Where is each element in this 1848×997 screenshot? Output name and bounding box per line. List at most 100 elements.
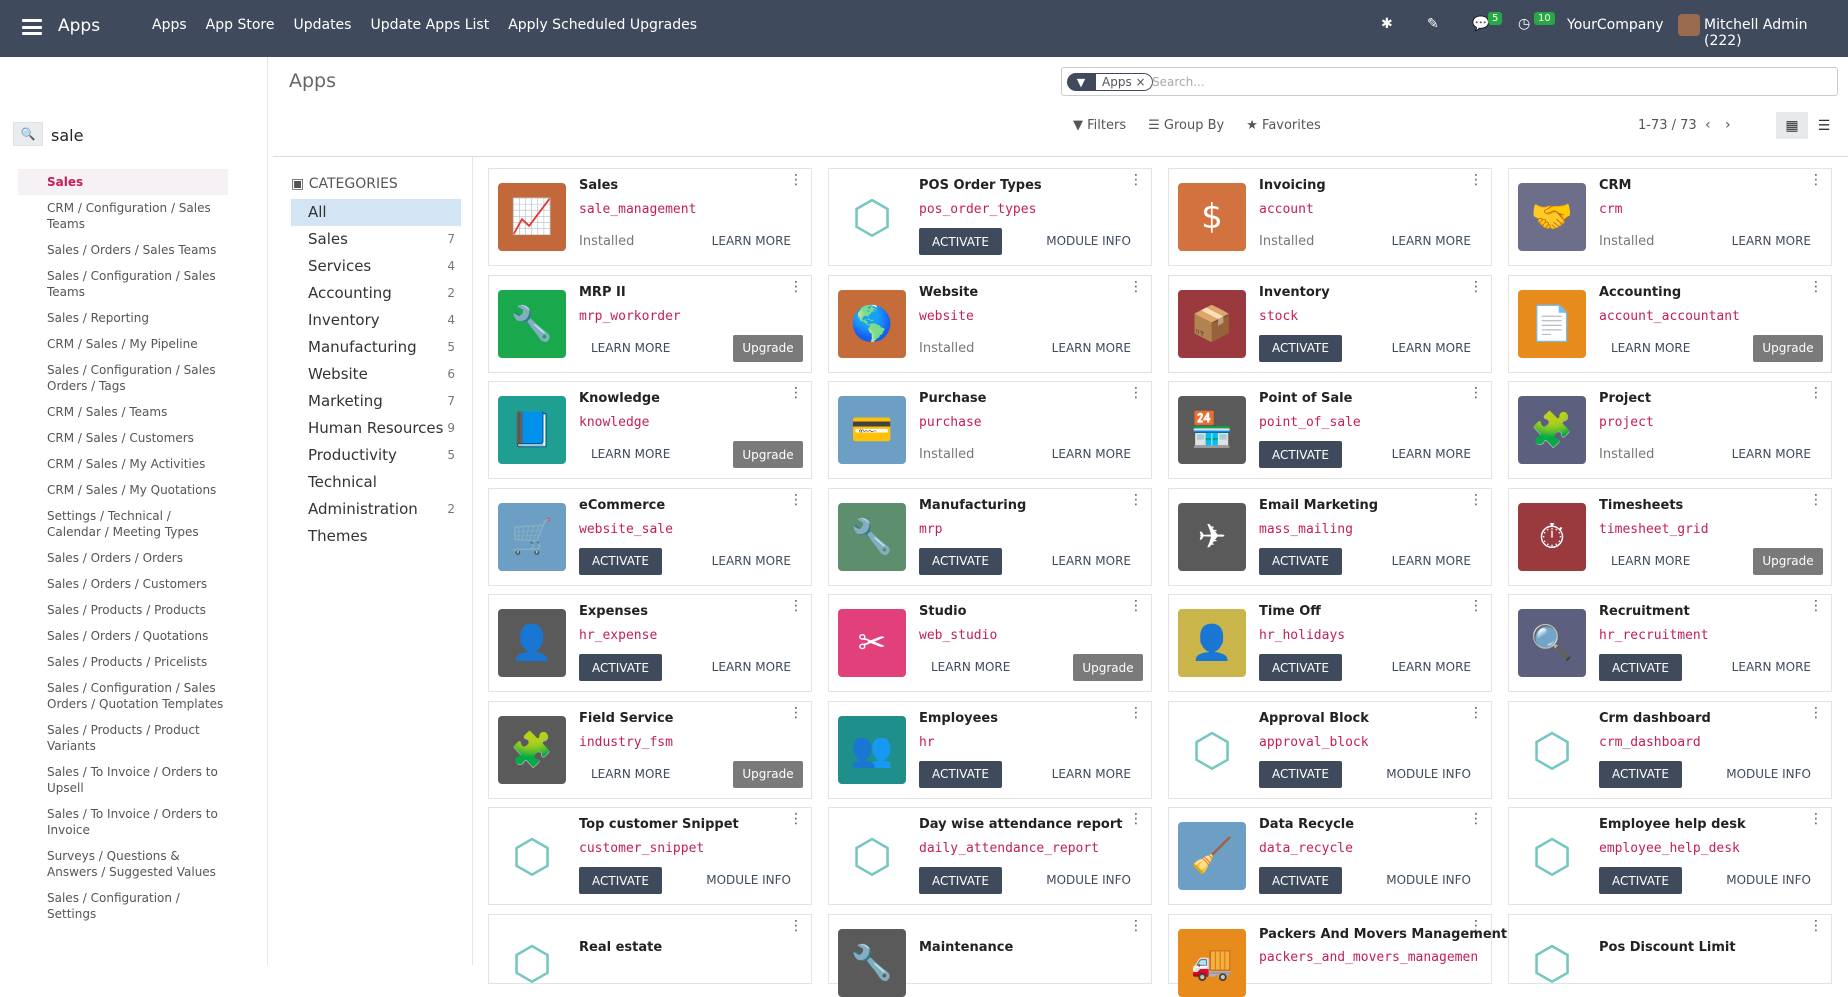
menu-result-item[interactable]: Settings / Technical / Calendar / Meetin… — [18, 503, 228, 545]
category-item[interactable]: Productivity 5 — [291, 442, 461, 469]
kebab-menu-icon[interactable]: ⋮ — [1129, 706, 1143, 720]
app-card[interactable]: ✈ Email Marketing ⋮ mass_mailing ACTIVATE LEA… — [1168, 487, 1492, 586]
learn-more-link[interactable]: LEARN MORE — [1392, 660, 1471, 674]
activate-button[interactable]: ACTIVATE — [919, 228, 1002, 255]
upgrade-button[interactable]: Upgrade — [733, 441, 803, 468]
menu-result-item[interactable]: Sales / Orders / Sales Teams — [18, 237, 228, 263]
activate-button[interactable]: ACTIVATE — [919, 760, 1002, 788]
group-by-button[interactable]: ☰ Group By — [1148, 118, 1224, 133]
menu-result-item[interactable]: Surveys / Questions & Answers / Suggeste… — [18, 843, 228, 885]
kebab-menu-icon[interactable]: ⋮ — [789, 280, 803, 294]
module-info-link[interactable]: MODULE INFO — [706, 873, 791, 887]
app-card[interactable]: ⬡ Crm dashboard ⋮ crm_dashboard ACTIVATE MODU… — [1508, 700, 1832, 799]
menu-result-item[interactable]: Sales / Products / Pricelists — [18, 649, 228, 675]
upgrade-button[interactable]: Upgrade — [733, 760, 803, 788]
upgrade-button[interactable]: Upgrade — [733, 334, 803, 362]
app-card[interactable]: 📈 Sales ⋮ sale_management Installed LEARN MOR… — [488, 168, 812, 266]
app-card[interactable]: 🛒 eCommerce ⋮ website_sale ACTIVATE LEARN MOR… — [488, 487, 812, 586]
kebab-menu-icon[interactable]: ⋮ — [1129, 173, 1143, 187]
activate-button[interactable]: ACTIVATE — [1259, 441, 1342, 468]
learn-more-link[interactable]: LEARN MORE — [1732, 660, 1811, 674]
activate-button[interactable]: ACTIVATE — [1599, 654, 1682, 681]
category-item[interactable]: Inventory 4 — [291, 307, 461, 334]
kebab-menu-icon[interactable]: ⋮ — [1129, 280, 1143, 294]
activate-button[interactable]: ACTIVATE — [579, 867, 662, 894]
app-card[interactable]: ✂ Studio ⋮ web_studio Upgrade LEARN MORE — [828, 594, 1152, 692]
learn-more-link[interactable]: LEARN MORE — [1052, 447, 1131, 461]
app-card[interactable]: 🤝 CRM ⋮ crm Installed LEARN MORE — [1508, 168, 1832, 266]
activity-clock-icon[interactable]: ◷ — [1518, 16, 1530, 32]
menu-result-item[interactable]: Sales / Orders / Customers — [18, 571, 228, 597]
learn-more-link[interactable]: LEARN MORE — [1392, 447, 1471, 461]
learn-more-link[interactable]: LEARN MORE — [1392, 341, 1471, 355]
pager-previous-icon[interactable]: ‹ — [1705, 117, 1711, 133]
module-info-link[interactable]: MODULE INFO — [1386, 767, 1471, 781]
menu-apply-scheduled-upgrades[interactable]: Apply Scheduled Upgrades — [508, 17, 697, 33]
learn-more-link[interactable]: LEARN MORE — [1052, 767, 1131, 781]
activate-button[interactable]: ACTIVATE — [1259, 654, 1342, 681]
menu-result-item[interactable]: Sales / Products / Products — [18, 597, 228, 623]
category-item[interactable]: Manufacturing 5 — [291, 334, 461, 361]
activate-button[interactable]: ACTIVATE — [919, 547, 1002, 575]
app-card[interactable]: 📘 Knowledge ⋮ knowledge Upgrade LEARN MORE — [488, 381, 812, 479]
category-item[interactable]: Website 6 — [291, 361, 461, 388]
kebab-menu-icon[interactable]: ⋮ — [789, 173, 803, 187]
app-card[interactable]: 👤 Time Off ⋮ hr_holidays ACTIVATE LEARN MORE — [1168, 594, 1492, 692]
menu-app-store[interactable]: App Store — [206, 17, 275, 33]
app-card[interactable]: 🧩 Field Service ⋮ industry_fsm Upgrade LEARN … — [488, 700, 812, 799]
learn-more-link[interactable]: LEARN MORE — [1052, 341, 1131, 355]
menu-update-apps-list[interactable]: Update Apps List — [370, 17, 489, 33]
app-card[interactable]: 👥 Employees ⋮ hr ACTIVATE LEARN MORE — [828, 700, 1152, 799]
kebab-menu-icon[interactable]: ⋮ — [1129, 919, 1143, 933]
app-card[interactable]: 🏪 Point of Sale ⋮ point_of_sale ACTIVATE LEAR… — [1168, 381, 1492, 479]
kebab-menu-icon[interactable]: ⋮ — [789, 493, 803, 507]
activate-button[interactable]: ACTIVATE — [579, 654, 662, 681]
menu-result-item[interactable]: Sales / Products / Product Variants — [18, 717, 228, 759]
category-item[interactable]: Marketing 7 — [291, 388, 461, 415]
menu-result-item[interactable]: CRM / Sales / My Quotations — [18, 477, 228, 503]
favorites-button[interactable]: ★ Favorites — [1246, 118, 1321, 133]
menu-result-item[interactable]: Sales / Configuration / Sales Orders / Q… — [18, 675, 228, 717]
brush-icon[interactable]: ✎ — [1427, 16, 1439, 32]
menu-apps[interactable]: Apps — [152, 17, 187, 33]
menu-result-item[interactable]: CRM / Sales / Customers — [18, 425, 228, 451]
learn-more-link[interactable]: LEARN MORE — [1732, 234, 1811, 248]
learn-more-link[interactable]: LEARN MORE — [712, 554, 791, 568]
category-item[interactable]: Human Resources 9 — [291, 415, 461, 442]
activate-button[interactable]: ACTIVATE — [1599, 760, 1682, 788]
kebab-menu-icon[interactable]: ⋮ — [1469, 599, 1483, 613]
activate-button[interactable]: ACTIVATE — [919, 867, 1002, 894]
app-card[interactable]: 🚚 Packers And Movers Management ⋮ packers_a… — [1168, 913, 1507, 997]
app-card[interactable]: ⬡ Employee help desk ⋮ employee_help_desk AC… — [1508, 807, 1832, 905]
app-card[interactable]: 🔍 Recruitment ⋮ hr_recruitment ACTIVATE LEARN… — [1508, 594, 1832, 692]
learn-more-link[interactable]: LEARN MORE — [1611, 554, 1690, 568]
app-card[interactable]: ⬡ Day wise attendance report ⋮ daily_attend… — [828, 807, 1152, 905]
company-switcher[interactable]: YourCompany — [1567, 17, 1664, 33]
app-card[interactable]: ⬡ Real estate ⋮ — [488, 913, 812, 990]
learn-more-link[interactable]: LEARN MORE — [1392, 234, 1471, 248]
learn-more-link[interactable]: LEARN MORE — [931, 660, 1010, 674]
menu-result-item[interactable]: Sales / Configuration / Settings — [18, 885, 228, 927]
avatar[interactable] — [1678, 14, 1700, 36]
module-info-link[interactable]: MODULE INFO — [1726, 767, 1811, 781]
kebab-menu-icon[interactable]: ⋮ — [1809, 280, 1823, 294]
menu-result-item[interactable]: CRM / Sales / Teams — [18, 399, 228, 425]
kanban-view-icon[interactable]: ▦ — [1776, 112, 1808, 139]
kebab-menu-icon[interactable]: ⋮ — [1809, 706, 1823, 720]
category-item[interactable]: Technical — [291, 469, 461, 496]
app-card[interactable]: ⬡ POS Order Types ⋮ pos_order_types ACTIVATE… — [828, 168, 1152, 266]
module-info-link[interactable]: MODULE INFO — [1046, 234, 1131, 248]
app-card[interactable]: 👤 Expenses ⋮ hr_expense ACTIVATE LEARN MORE — [488, 594, 812, 692]
activate-button[interactable]: ACTIVATE — [1259, 334, 1342, 362]
app-card[interactable]: ⏱ Timesheets ⋮ timesheet_grid Upgrade LEARN M… — [1508, 487, 1832, 586]
search-bar[interactable]: ▼ Apps × Search... — [1061, 67, 1838, 96]
category-item[interactable]: Themes — [291, 523, 461, 550]
module-info-link[interactable]: MODULE INFO — [1386, 873, 1471, 887]
kebab-menu-icon[interactable]: ⋮ — [1469, 812, 1483, 826]
chat-icon[interactable]: 💬 — [1472, 16, 1489, 32]
menu-result-item[interactable]: CRM / Sales / My Activities — [18, 451, 228, 477]
kebab-menu-icon[interactable]: ⋮ — [789, 706, 803, 720]
kebab-menu-icon[interactable]: ⋮ — [1809, 599, 1823, 613]
menu-result-item[interactable]: Sales / Configuration / Sales Orders / T… — [18, 357, 228, 399]
menu-toggle-icon[interactable] — [22, 19, 42, 35]
